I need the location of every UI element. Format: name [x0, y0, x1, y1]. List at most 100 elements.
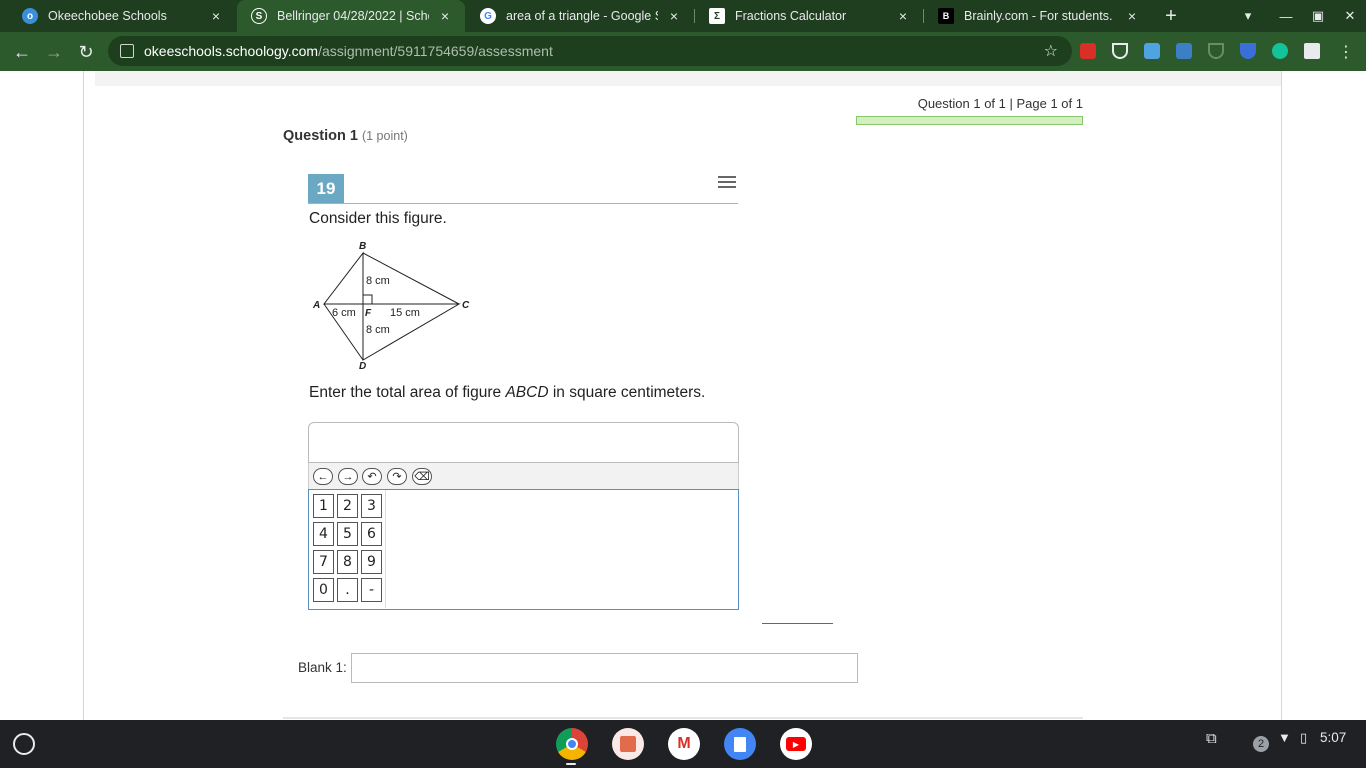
tab-brainly[interactable]: B Brainly.com - For students. By × [924, 0, 1152, 32]
close-icon[interactable]: × [208, 8, 224, 24]
launcher-icon[interactable] [13, 733, 35, 755]
assessment-page: Question 1 of 1 | Page 1 of 1 Question 1… [0, 71, 1366, 720]
label-c: C [462, 300, 470, 311]
key-4[interactable]: 4 [313, 522, 334, 546]
progress-text: Question 1 of 1 | Page 1 of 1 [917, 96, 1083, 111]
blank-label: Blank 1: [298, 660, 347, 675]
forward-icon[interactable]: → [41, 39, 67, 65]
new-tab-button[interactable]: + [1160, 5, 1182, 27]
undo-button[interactable]: ↶ [362, 468, 382, 485]
browser-toolbar: ← → ↻ okeeschools.schoology.com/assignme… [0, 32, 1366, 71]
page-edge-left [83, 71, 84, 720]
blank-1-input[interactable] [351, 653, 858, 683]
key-3[interactable]: 3 [361, 494, 382, 518]
close-icon[interactable]: × [437, 8, 453, 24]
system-shelf: M ▶ ⧉ ▼ ▯ 5:07 [0, 720, 1366, 768]
delete-button[interactable]: ⌫ [412, 468, 432, 485]
key-minus[interactable]: - [361, 578, 382, 602]
close-window-icon[interactable]: ✕ [1334, 0, 1366, 32]
url-host: okeeschools.schoology.com [144, 43, 319, 59]
tab-title: Fractions Calculator [735, 9, 847, 23]
question-prompt: Consider this figure. [309, 210, 447, 227]
site-info-icon[interactable] [120, 44, 134, 58]
page-edge-right [1281, 71, 1282, 720]
screen-capture-icon[interactable]: ⧉ [1206, 730, 1217, 747]
key-2[interactable]: 2 [337, 494, 358, 518]
progress-fill [857, 117, 1082, 124]
keypad-separator [385, 490, 386, 608]
instruction-figure-name: ABCD [505, 384, 549, 401]
math-answer-input[interactable] [308, 422, 739, 463]
key-7[interactable]: 7 [313, 550, 334, 574]
tab-bellringer[interactable]: S Bellringer 04/28/2022 | School × [237, 0, 465, 32]
extension-key-icon[interactable] [1176, 43, 1192, 59]
clock[interactable]: 5:07 [1320, 730, 1346, 745]
right-angle-mark [362, 294, 373, 305]
chrome-icon[interactable] [556, 728, 588, 760]
instruction-text-end: in square centimeters. [548, 384, 706, 401]
cursor-left-button[interactable]: ← [313, 468, 333, 485]
notification-badge[interactable]: 2 [1253, 736, 1269, 752]
s-icon: S [251, 8, 267, 24]
tab-title: Brainly.com - For students. By [964, 9, 1116, 23]
item-number-badge: 19 [308, 174, 344, 203]
close-icon[interactable]: × [666, 8, 682, 24]
tab-title: area of a triangle - Google Sea [506, 9, 658, 23]
extension-shield-icon[interactable] [1112, 43, 1128, 59]
tab-strip: o Okeechobee Schools × S Bellringer 04/2… [0, 0, 1366, 32]
docs-icon[interactable] [724, 728, 756, 760]
instruction-text: Enter the total area of figure [309, 384, 506, 401]
cursor-right-button[interactable]: → [338, 468, 358, 485]
restore-icon[interactable]: ▣ [1302, 0, 1334, 32]
key-0[interactable]: 0 [313, 578, 334, 602]
label-a: A [312, 300, 320, 311]
files-icon[interactable] [612, 728, 644, 760]
length-bf: 8 cm [366, 275, 390, 287]
sigma-icon: Σ [709, 8, 725, 24]
extension-shield-gray-icon[interactable] [1208, 43, 1224, 59]
extensions-puzzle-icon[interactable] [1304, 43, 1320, 59]
progress-bar [856, 116, 1083, 125]
key-1[interactable]: 1 [313, 494, 334, 518]
minimize-icon[interactable]: — [1270, 0, 1302, 32]
key-6[interactable]: 6 [361, 522, 382, 546]
item-divider [308, 203, 738, 204]
editor-toolbar: ← → ↶ ↷ ⌫ [308, 463, 739, 489]
extension-cloud-icon[interactable] [1144, 43, 1160, 59]
wifi-icon[interactable]: ▼ [1278, 730, 1291, 745]
youtube-icon[interactable]: ▶ [780, 728, 812, 760]
extension-shield-blue-icon[interactable] [1240, 43, 1256, 59]
url-path: /assignment/5911754659/assessment [318, 43, 553, 59]
reload-icon[interactable]: ↻ [73, 39, 99, 65]
close-icon[interactable]: × [895, 8, 911, 24]
grammarly-icon[interactable] [1272, 43, 1288, 59]
active-app-indicator [566, 763, 576, 765]
tab-google-search[interactable]: G area of a triangle - Google Sea × [466, 0, 694, 32]
extension-red-icon[interactable] [1080, 43, 1096, 59]
g-icon: G [480, 8, 496, 24]
bookmark-star-icon[interactable]: ☆ [1044, 41, 1058, 61]
key-8[interactable]: 8 [337, 550, 358, 574]
key-decimal[interactable]: . [337, 578, 358, 602]
gmail-icon[interactable]: M [668, 728, 700, 760]
question-points: (1 point) [361, 129, 408, 143]
more-menu-icon[interactable]: ⋮ [1333, 39, 1359, 65]
question-header: Question 1 (1 point) [283, 128, 408, 144]
close-icon[interactable]: × [1124, 8, 1140, 24]
back-icon[interactable]: ← [9, 39, 35, 65]
tab-fractions-calculator[interactable]: Σ Fractions Calculator × [695, 0, 923, 32]
tab-okeechobee-schools[interactable]: o Okeechobee Schools × [8, 0, 236, 32]
battery-icon[interactable]: ▯ [1300, 730, 1307, 746]
question-label: Question 1 [283, 128, 358, 144]
key-9[interactable]: 9 [361, 550, 382, 574]
label-b: B [359, 241, 366, 252]
blank-underline [762, 623, 833, 624]
redo-button[interactable]: ↷ [387, 468, 407, 485]
length-fd: 8 cm [366, 324, 390, 336]
tab-search-icon[interactable]: ▾ [1232, 0, 1264, 32]
key-5[interactable]: 5 [337, 522, 358, 546]
o-icon: o [22, 8, 38, 24]
hamburger-menu-icon[interactable] [718, 176, 736, 190]
tab-title: Bellringer 04/28/2022 | School [277, 9, 429, 23]
address-bar[interactable]: okeeschools.schoology.com/assignment/591… [108, 36, 1072, 66]
